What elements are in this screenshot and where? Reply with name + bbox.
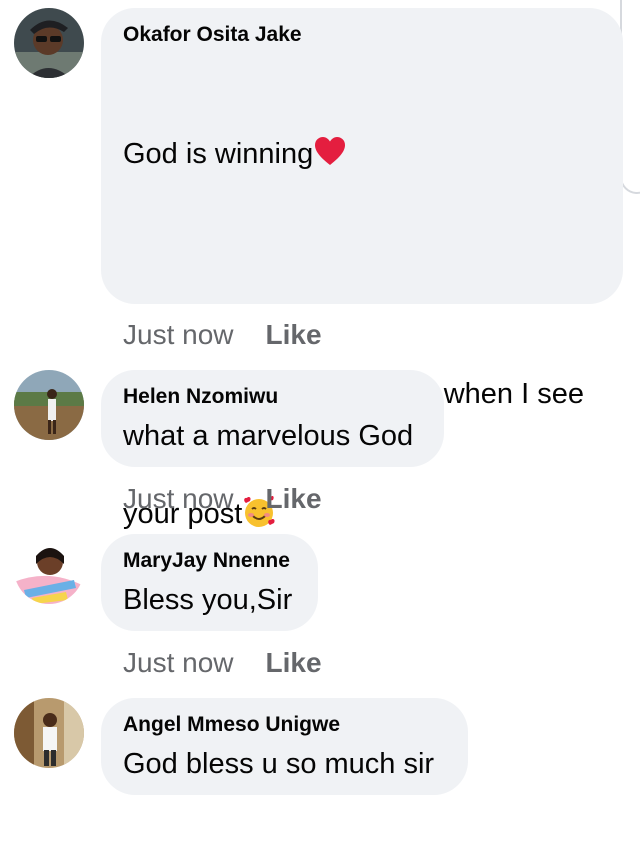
like-button[interactable]: Like [266,646,322,680]
avatar-image [14,370,84,440]
comment-actions: Just now Like [123,318,322,352]
avatar[interactable] [14,534,84,604]
comment-text: what a marvelous God [123,420,414,452]
comment-timestamp[interactable]: Just now [123,318,234,352]
comment-author[interactable]: Helen Nzomiwu [123,384,422,410]
like-button[interactable]: Like [266,318,322,352]
avatar-image [14,534,84,604]
comment-timestamp[interactable]: Just now [123,646,234,680]
avatar[interactable] [14,8,84,78]
comment-line: God is winning [123,138,314,170]
comment-timestamp[interactable]: Just now [123,482,234,516]
comment-bubble: MaryJay Nnenne Bless you,Sir [101,534,318,631]
avatar-image [14,8,84,78]
comment-bubble: Helen Nzomiwu what a marvelous God [101,370,444,467]
comment-bubble: Angel Mmeso Unigwe God bless u so much s… [101,698,468,795]
avatar[interactable] [14,698,84,768]
comment-text: Bless you,Sir [123,584,293,616]
comment-author[interactable]: MaryJay Nnenne [123,548,296,574]
comment-actions: Just now Like [123,646,322,680]
comment-author[interactable]: Angel Mmeso Unigwe [123,712,446,738]
like-button[interactable]: Like [266,482,322,516]
avatar-image [14,698,84,768]
comment-actions: Just now Like [123,482,322,516]
red-heart-icon [313,135,347,169]
comment-bubble: Okafor Osita Jake God is winning Joy ove… [101,8,623,770]
avatar[interactable] [14,370,84,440]
side-panel-edge [620,0,640,194]
comment-author[interactable]: Okafor Osita Jake [123,22,601,48]
comment-text: God bless u so much sir [123,748,435,780]
